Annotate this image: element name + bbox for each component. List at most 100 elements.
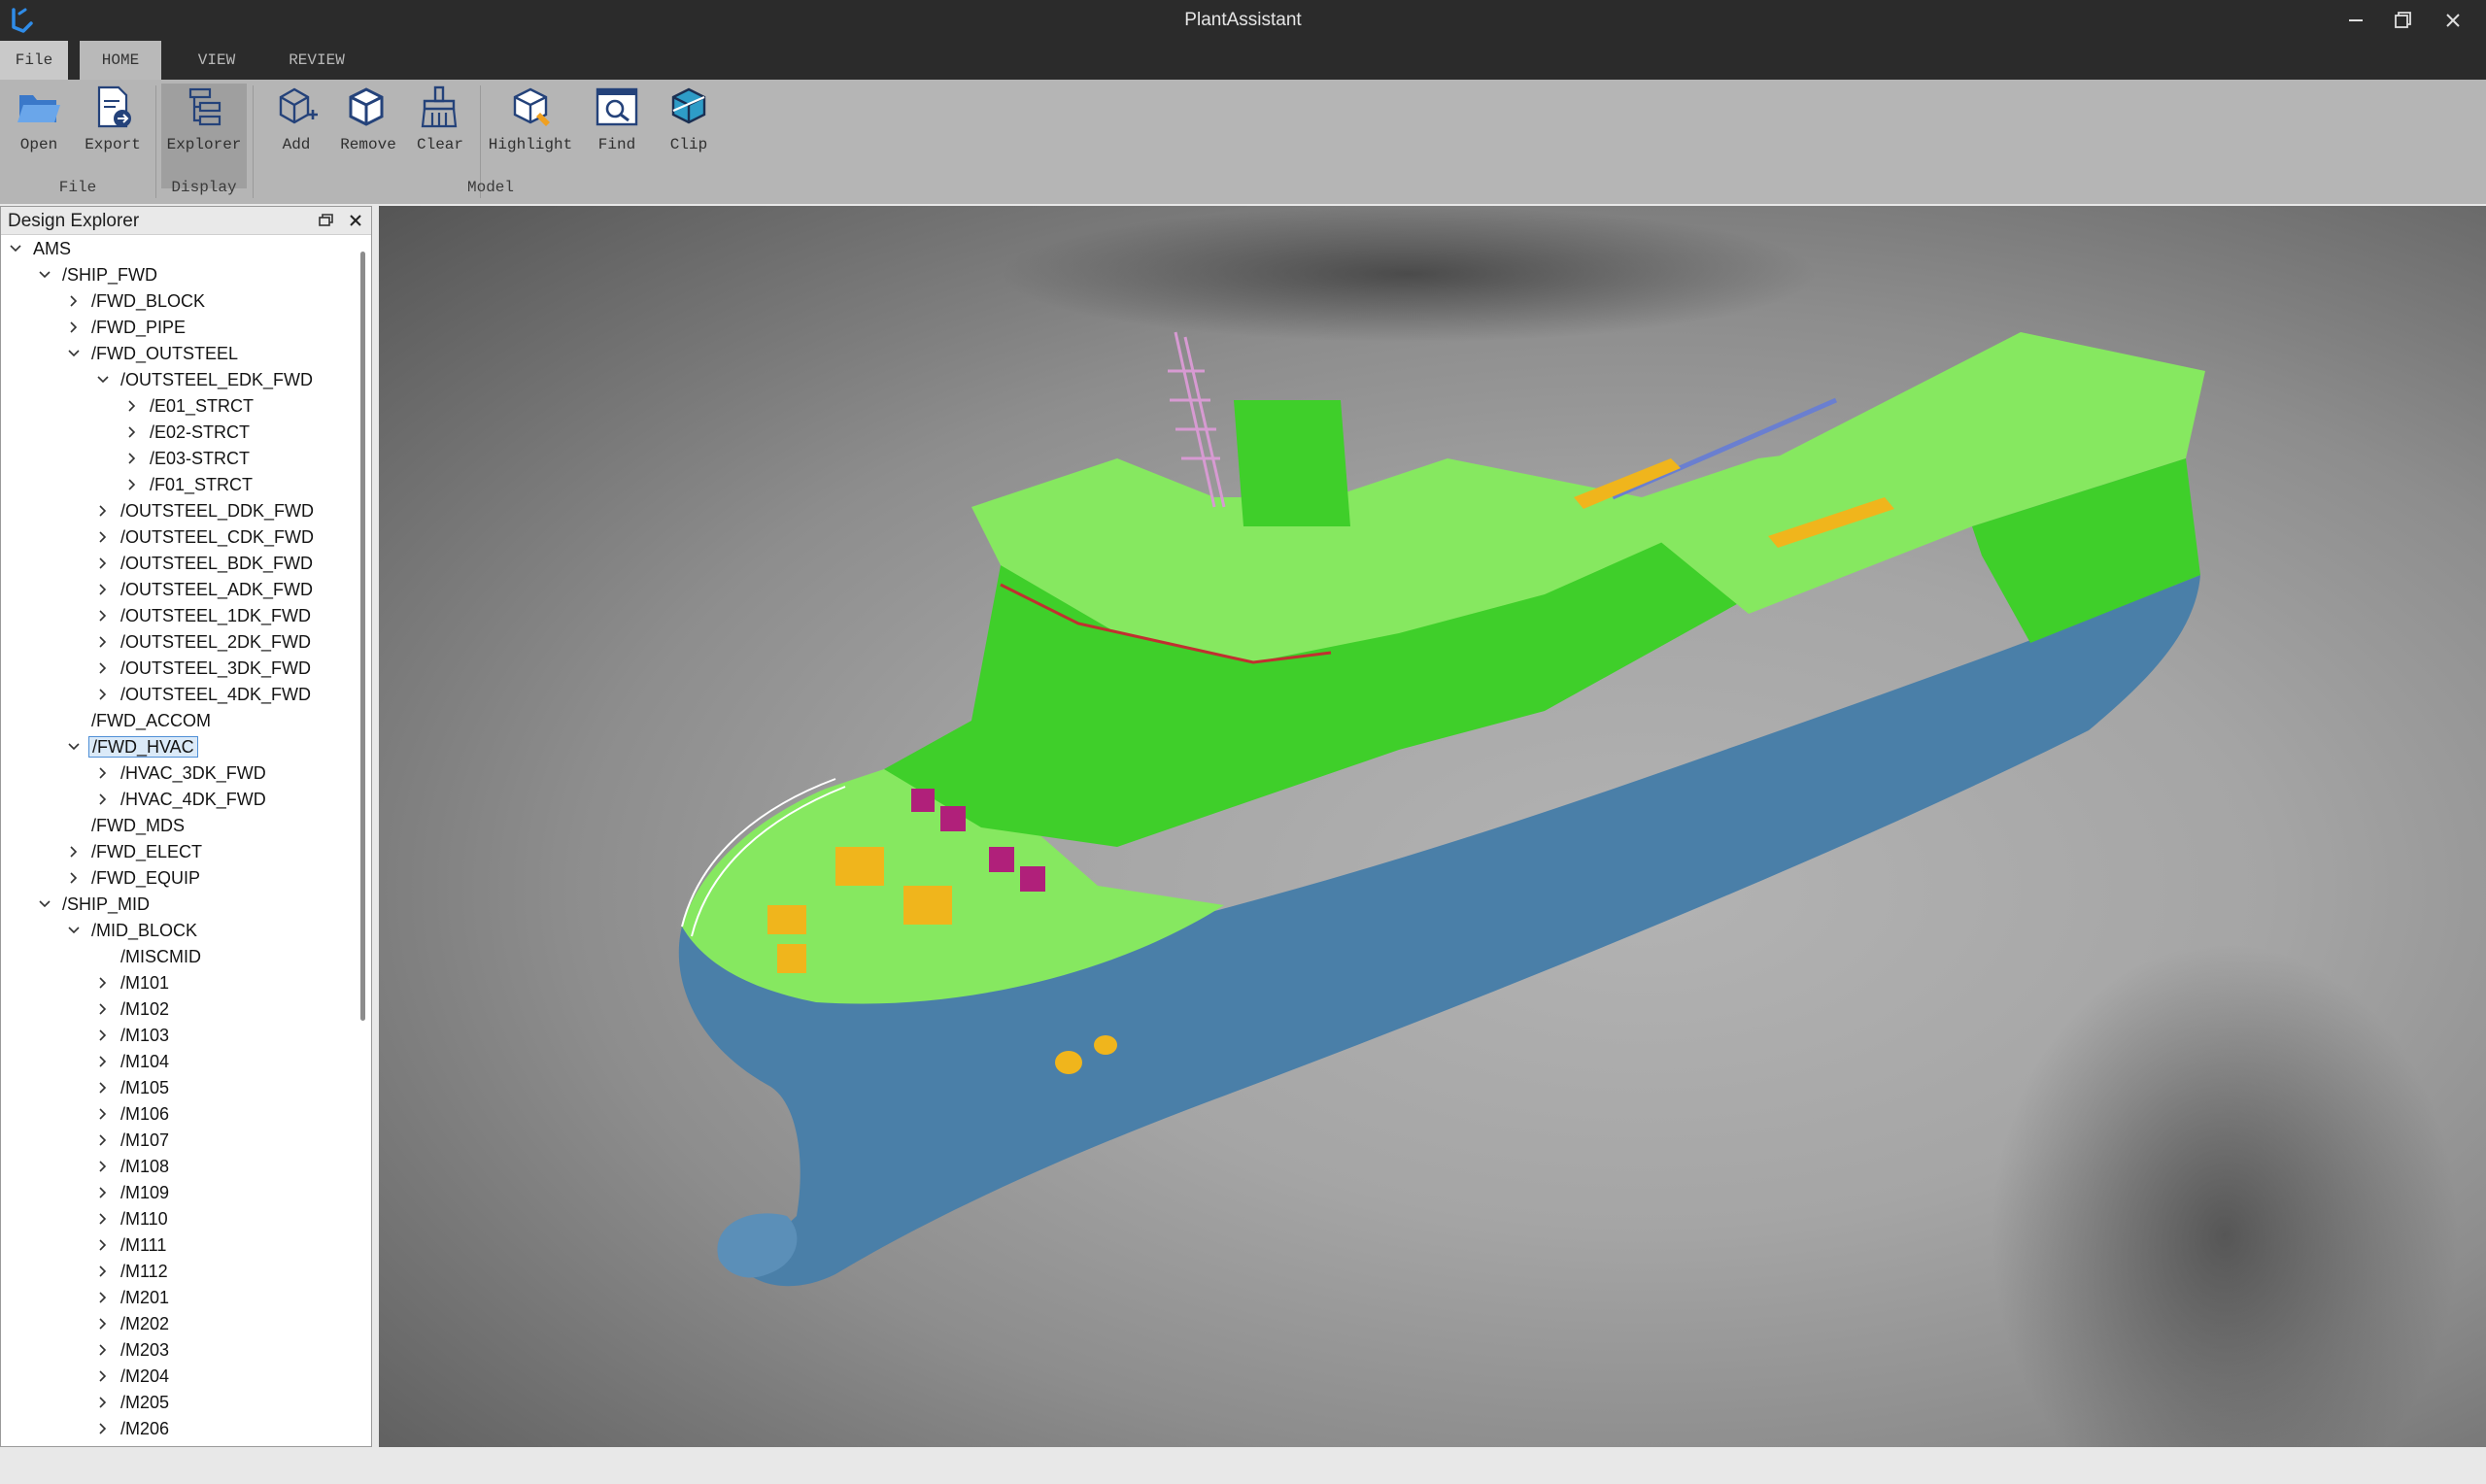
chevron-down-icon[interactable] [67,740,81,754]
tree-node[interactable]: /E01_STRCT [125,393,256,419]
chevron-right-icon[interactable] [96,1343,110,1357]
tree-node[interactable]: /OUTSTEEL_CDK_FWD [96,524,317,550]
tree-node[interactable]: /M110 [96,1206,171,1231]
chevron-right-icon[interactable] [96,1422,110,1435]
tree-node[interactable]: /M102 [96,996,172,1022]
restore-button[interactable] [2386,6,2419,35]
tree-node[interactable]: /M103 [96,1023,172,1048]
tree-node[interactable]: /FWD_ELECT [67,839,205,864]
tab-view[interactable]: VIEW [185,41,249,80]
tree-node[interactable]: /OUTSTEEL_3DK_FWD [96,656,314,681]
chevron-right-icon[interactable] [96,504,110,518]
tree-node[interactable]: /MID_BLOCK [67,918,200,943]
chevron-right-icon[interactable] [96,1212,110,1226]
chevron-down-icon[interactable] [38,897,51,911]
chevron-right-icon[interactable] [96,793,110,806]
chevron-right-icon[interactable] [125,425,139,439]
chevron-down-icon[interactable] [96,373,110,387]
tree-node[interactable]: /M106 [96,1101,172,1127]
chevron-right-icon[interactable] [96,1029,110,1042]
chevron-right-icon[interactable] [96,1369,110,1383]
tree-node[interactable]: /M201 [96,1285,172,1310]
tree-node[interactable]: /FWD_PIPE [67,315,188,340]
chevron-right-icon[interactable] [96,1265,110,1278]
tree-node[interactable]: /F01_STRCT [125,472,255,497]
chevron-right-icon[interactable] [96,766,110,780]
clip-button[interactable]: Clip [659,84,719,188]
chevron-right-icon[interactable] [96,556,110,570]
chevron-right-icon[interactable] [125,399,139,413]
tree-node[interactable]: /MISCMID [96,944,204,969]
chevron-right-icon[interactable] [96,1081,110,1095]
chevron-right-icon[interactable] [96,976,110,990]
tab-home[interactable]: HOME [80,41,161,80]
chevron-right-icon[interactable] [96,1002,110,1016]
tree-node[interactable]: /FWD_HVAC [67,734,198,759]
chevron-right-icon[interactable] [96,583,110,596]
tree-node[interactable]: /M109 [96,1180,172,1205]
chevron-right-icon[interactable] [96,1107,110,1121]
tree-node[interactable]: /OUTSTEEL_ADK_FWD [96,577,316,602]
tree-node[interactable]: /SHIP_MID [38,892,153,917]
tab-review[interactable]: REVIEW [278,41,356,80]
chevron-right-icon[interactable] [67,845,81,859]
chevron-right-icon[interactable] [125,478,139,491]
chevron-right-icon[interactable] [96,1133,110,1147]
chevron-right-icon[interactable] [96,661,110,675]
chevron-right-icon[interactable] [96,1186,110,1199]
chevron-right-icon[interactable] [96,1396,110,1409]
chevron-right-icon[interactable] [96,1317,110,1331]
tree-node[interactable]: /E02-STRCT [125,420,253,445]
chevron-right-icon[interactable] [125,452,139,465]
tree-scrollbar[interactable] [360,252,365,1021]
tree-node[interactable]: /SHIP_FWD [38,262,160,287]
chevron-down-icon[interactable] [67,924,81,937]
float-panel-icon[interactable] [316,211,337,230]
chevron-right-icon[interactable] [96,530,110,544]
highlight-button[interactable]: Highlight [488,84,573,188]
3d-viewport[interactable] [379,206,2486,1447]
tree-node[interactable]: /M104 [96,1049,172,1074]
tree-node[interactable]: /FWD_EQUIP [67,865,203,891]
remove-button[interactable]: Remove [334,84,402,188]
tree-node[interactable]: /M101 [96,970,172,995]
add-button[interactable]: Add [266,84,326,188]
tree-node[interactable]: /OUTSTEEL_EDK_FWD [96,367,316,392]
chevron-down-icon[interactable] [67,347,81,360]
close-panel-icon[interactable] [345,211,366,230]
explorer-button[interactable]: Explorer [161,84,247,188]
tree-node[interactable]: /FWD_BLOCK [67,288,208,314]
tree-node[interactable]: /FWD_OUTSTEEL [67,341,241,366]
tree-node[interactable]: /E03-STRCT [125,446,253,471]
chevron-down-icon[interactable] [9,242,22,255]
chevron-right-icon[interactable] [96,635,110,649]
chevron-right-icon[interactable] [67,294,81,308]
export-button[interactable]: Export [78,84,148,188]
chevron-down-icon[interactable] [38,268,51,282]
find-button[interactable]: Find [587,84,647,188]
chevron-right-icon[interactable] [96,688,110,701]
tree-node[interactable]: /M111 [96,1232,169,1258]
tree-node[interactable]: /M107 [96,1128,172,1153]
tree-node[interactable]: /M108 [96,1154,172,1179]
minimize-button[interactable] [2339,6,2372,35]
tree-node[interactable]: /M105 [96,1075,172,1100]
chevron-right-icon[interactable] [96,1291,110,1304]
tree-node[interactable]: /M205 [96,1390,172,1415]
chevron-right-icon[interactable] [96,1055,110,1068]
tree-node[interactable]: /FWD_ACCOM [67,708,214,733]
tab-file[interactable]: File [0,41,68,80]
chevron-right-icon[interactable] [96,1238,110,1252]
tree-node[interactable]: /FWD_MDS [67,813,187,838]
tree-node[interactable]: /M204 [96,1364,172,1389]
tree-node[interactable]: /M206 [96,1416,172,1441]
clear-button[interactable]: Clear [408,84,472,188]
open-button[interactable]: Open [8,84,70,188]
tree-node[interactable]: AMS [9,236,74,261]
tree-node[interactable]: /OUTSTEEL_2DK_FWD [96,629,314,655]
tree-node[interactable]: /OUTSTEEL_DDK_FWD [96,498,317,523]
chevron-right-icon[interactable] [67,320,81,334]
chevron-right-icon[interactable] [96,609,110,623]
tree-node[interactable]: /OUTSTEEL_1DK_FWD [96,603,314,628]
chevron-right-icon[interactable] [67,871,81,885]
